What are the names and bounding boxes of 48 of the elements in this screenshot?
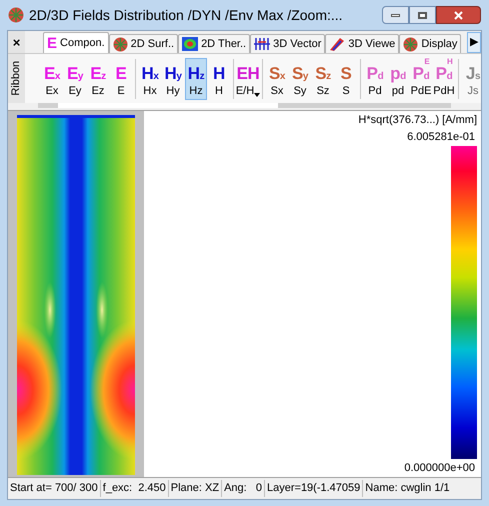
status-field: f_exc: 2.450 (100, 480, 169, 497)
scroll-right-button[interactable]: ▶ (467, 32, 481, 53)
ribbon-label: Ribbon (9, 61, 24, 96)
ribbon-tab[interactable]: 2D Surf.. (108, 34, 178, 53)
ribbon-tab[interactable]: Display (399, 34, 462, 53)
colorbar-title: H*sqrt(376.73...) [A/mm] (358, 113, 477, 128)
field-component-button[interactable]: E E (110, 58, 132, 100)
status-field: Start at= 700/ 300 (8, 480, 101, 497)
field-component-button[interactable]: Hx Hx (139, 58, 161, 100)
field-component-button[interactable]: S S (335, 58, 357, 100)
field-component-button[interactable]: Hy Hy (162, 58, 184, 100)
ribbon-tab[interactable]: 3D Viewe (325, 34, 400, 53)
arrows-icon (254, 37, 270, 51)
ribbon-tab[interactable]: 3D Vector (250, 34, 326, 53)
mesh-sphere-icon (112, 36, 128, 52)
field-component-button[interactable]: E Pd PdE (410, 58, 432, 100)
field-component-button[interactable]: Ez Ez (87, 58, 109, 100)
mesh-sphere-icon (8, 7, 24, 23)
scrollbar-thumb[interactable] (58, 103, 278, 108)
field-component-button[interactable]: H H (208, 58, 230, 100)
status-field: Plane: XZ (168, 480, 222, 497)
field-component-button[interactable]: Sx Sx (266, 58, 288, 100)
close-button[interactable] (436, 6, 481, 24)
status-field: Ang: 0 (222, 480, 265, 497)
maximize-button[interactable] (409, 6, 436, 24)
heatmap-icon (182, 37, 198, 51)
mesh-sphere-icon (403, 36, 418, 52)
field-component-button[interactable]: H Pd PdH (433, 58, 455, 100)
colorbar-max-label: 6.005281e-01 (407, 130, 475, 144)
window-title: 2D/3D Fields Distribution /DYN /Env Max /Zoom:... (29, 6, 343, 24)
close-icon (454, 10, 463, 20)
field-component-button[interactable]: Sz Sz (312, 58, 334, 100)
surface-icon (329, 37, 346, 51)
field-component-button[interactable]: Ey Ey (64, 58, 86, 100)
status-field: Name: cwglin 1/1 (363, 480, 452, 497)
colorbar-min-label: 0.000000e+00 (404, 460, 475, 476)
ribbon-tab[interactable]: 2D Ther.. (178, 34, 250, 53)
field-component-button[interactable]: Hz Hz (185, 58, 207, 100)
close-ribbon-button[interactable]: × (8, 31, 25, 53)
field-component-button[interactable]: pd pd (387, 58, 409, 100)
field-component-button[interactable]: EH E/H (237, 58, 259, 100)
field-component-button[interactable]: Ex Ex (41, 58, 63, 100)
field-component-button[interactable]: Pd Pd (364, 58, 386, 100)
field-component-button[interactable]: Sy Sy (289, 58, 311, 100)
letter-icon: E (47, 36, 58, 50)
status-field: Layer=19(-1.47059 (265, 480, 364, 497)
ribbon-tab[interactable]: E Compon. (43, 32, 109, 53)
minimize-button[interactable] (382, 6, 409, 24)
